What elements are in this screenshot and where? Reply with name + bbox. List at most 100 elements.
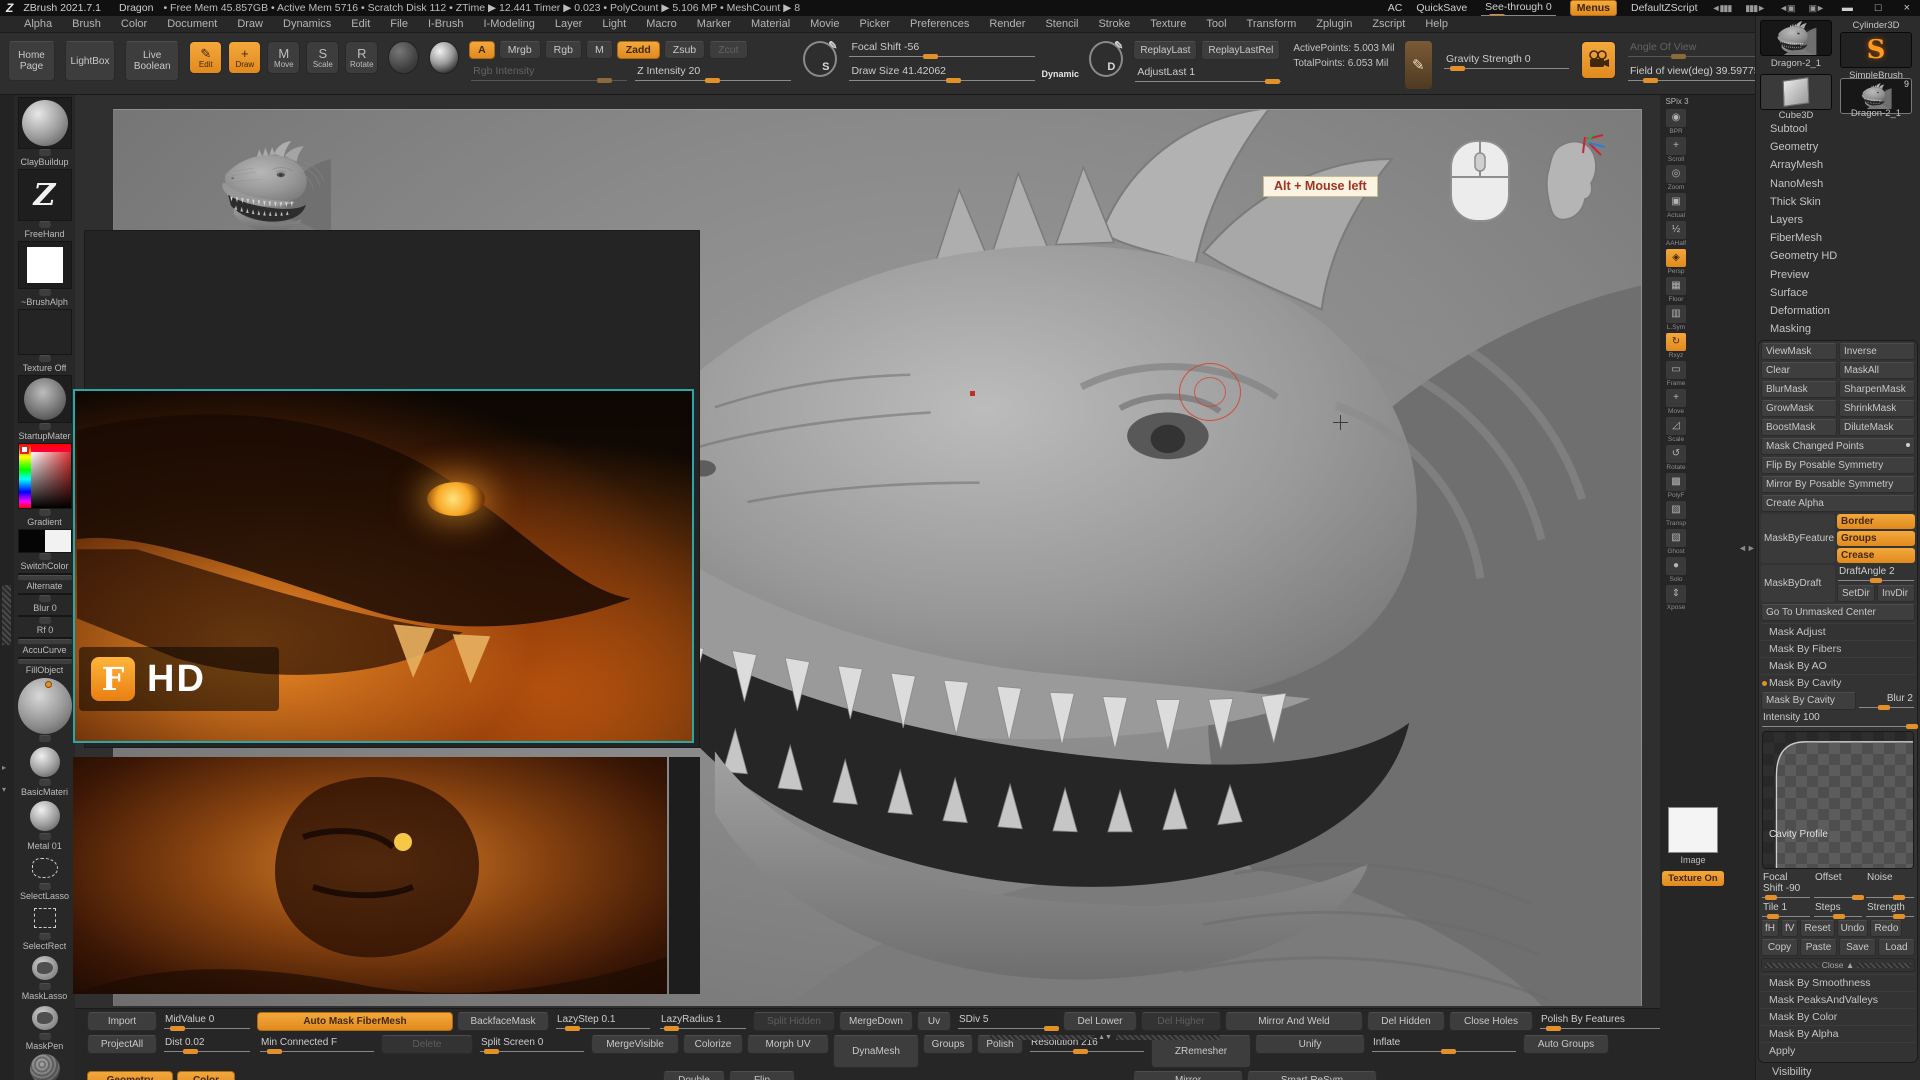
menu-item[interactable]: Dynamics <box>273 18 341 30</box>
invdir-button[interactable]: InvDir <box>1877 585 1915 602</box>
paint-toggle[interactable]: Rgb <box>545 41 582 59</box>
copy-right-icon[interactable]: ▣► <box>1808 3 1823 14</box>
dock-item-thumb[interactable] <box>18 799 72 833</box>
bottom-control[interactable]: Del Hidden <box>1367 1012 1445 1031</box>
palette-section-header[interactable]: NanoMesh <box>1756 175 1920 193</box>
menu-item[interactable]: Alpha <box>14 18 62 30</box>
tool-thumb-label[interactable]: Dragon-2_1 <box>1758 58 1834 69</box>
home-page-button[interactable]: Home Page <box>8 41 55 81</box>
tool-thumb-simplebrush[interactable]: S <box>1840 32 1912 68</box>
feature-option-button[interactable]: Groups <box>1837 531 1915 546</box>
dock-item[interactable]: SelectRect <box>17 903 72 951</box>
paint-toggle[interactable]: Mrgb <box>499 41 541 59</box>
menu-item[interactable]: Transform <box>1237 18 1307 30</box>
ac-button[interactable]: AC <box>1388 2 1403 14</box>
panel-divider-arrows[interactable]: ◄► <box>1738 543 1756 553</box>
menu-item[interactable]: Picker <box>849 18 900 30</box>
palette-section-header[interactable]: Visibility <box>1756 1063 1920 1080</box>
quicksave-button[interactable]: QuickSave <box>1416 2 1467 14</box>
menu-item[interactable]: Zplugin <box>1306 18 1362 30</box>
cavity-blur-slider[interactable]: Blur 2 <box>1858 692 1915 710</box>
menu-item[interactable]: Texture <box>1140 18 1196 30</box>
bottom-control[interactable]: Auto Mask FiberMesh <box>257 1012 453 1031</box>
dock-item-button[interactable] <box>38 883 52 891</box>
replay-last-rel-button[interactable]: ReplayLastRel <box>1201 41 1280 60</box>
bottom-control[interactable]: SDiv 5 <box>955 1012 1059 1032</box>
dock-collapse-arrow[interactable]: ▸ <box>2 763 6 772</box>
mask-button[interactable]: ViewMask <box>1761 343 1837 360</box>
paint-toggle[interactable]: Zsub <box>664 41 705 59</box>
paint-toggle[interactable]: M <box>586 41 613 59</box>
bottom-control[interactable]: LazyStep 0.1 <box>553 1012 653 1032</box>
curve-button[interactable]: Undo <box>1837 920 1869 937</box>
dock-item-thumb[interactable] <box>18 677 72 735</box>
mask-by-cavity-button[interactable]: Mask By Cavity <box>1761 692 1856 710</box>
palette-section-header[interactable]: Surface <box>1756 284 1920 302</box>
paint-toggle[interactable]: Zcut <box>709 41 747 59</box>
mask-button[interactable]: MaskAll <box>1839 362 1915 379</box>
menu-item[interactable]: Macro <box>636 18 687 30</box>
palette-section-header[interactable]: Geometry <box>1756 138 1920 156</box>
mask-button[interactable]: Inverse <box>1839 343 1915 360</box>
dock-item[interactable]: Texture Off <box>17 309 72 373</box>
dock-item-thumb[interactable] <box>18 375 72 423</box>
setdir-button[interactable]: SetDir <box>1837 585 1875 602</box>
right-shelf-button[interactable]: ▥ L.Sym <box>1663 304 1689 331</box>
dock-item-thumb[interactable] <box>18 97 72 149</box>
menu-item[interactable]: File <box>380 18 418 30</box>
cavity-slider[interactable]: Focal Shift -90 <box>1761 871 1811 900</box>
subpalette-header[interactable]: Mask PeaksAndValleys <box>1761 991 1915 1008</box>
cavity-profile-curve[interactable]: Cavity Profile <box>1762 731 1914 869</box>
menu-item[interactable]: Material <box>741 18 800 30</box>
dock-item[interactable]: Alternate <box>17 573 72 591</box>
curve-button[interactable]: Redo <box>1870 920 1902 937</box>
tool-thumb-cube[interactable] <box>1760 74 1832 110</box>
curve-button[interactable]: fV <box>1781 920 1798 937</box>
right-shelf-button[interactable]: + Move <box>1663 388 1689 415</box>
bottom-control[interactable]: Unify <box>1255 1035 1365 1054</box>
right-shelf-button[interactable]: ½ AAHalf <box>1663 220 1689 247</box>
cavity-intensity-slider[interactable]: Intensity 100 <box>1761 711 1915 729</box>
tool-thumb-label[interactable]: Cube3D <box>1758 110 1834 121</box>
dock-item-thumb[interactable] <box>18 745 72 779</box>
subpalette-header[interactable]: Mask By Color <box>1761 1008 1915 1025</box>
bottom-control[interactable]: Auto Groups <box>1523 1035 1609 1054</box>
bottom-control[interactable]: ProjectAll <box>87 1035 157 1054</box>
menu-item[interactable]: Help <box>1415 18 1458 30</box>
mask-button[interactable]: DiluteMask <box>1839 419 1915 436</box>
dock-item-button[interactable] <box>38 553 52 561</box>
bottom-control[interactable]: Polish By Features <box>1537 1012 1660 1032</box>
bottom-control[interactable]: Split Hidden <box>753 1012 835 1031</box>
palette-section-header[interactable]: ArrayMesh <box>1756 156 1920 174</box>
shelf-collapse-handle[interactable]: ▲▼ <box>990 1034 1220 1041</box>
menu-item[interactable]: Stencil <box>1035 18 1088 30</box>
subpalette-header[interactable]: Mask By AO <box>1761 657 1915 674</box>
canvas-area[interactable]: F HD Alt + Mouse left <box>75 95 1660 1008</box>
dock-item-button[interactable] <box>38 833 52 841</box>
mask-button[interactable]: Flip By Posable Symmetry <box>1761 457 1915 474</box>
mode-button[interactable]: R Rotate <box>345 41 378 74</box>
mask-button[interactable]: BlurMask <box>1761 381 1837 398</box>
bottom-control[interactable]: MergeVisible <box>591 1035 679 1054</box>
replay-forward-icon[interactable]: ▮▮▮► <box>1745 3 1765 14</box>
menu-item[interactable]: Light <box>592 18 636 30</box>
spix-slider[interactable]: SPix 3 <box>1665 97 1688 106</box>
menu-item[interactable]: Preferences <box>900 18 979 30</box>
replay-back-icon[interactable]: ◄▮▮▮ <box>1712 3 1732 14</box>
right-shelf-button[interactable]: ▣ Actual <box>1663 192 1689 219</box>
close-button[interactable]: × <box>1900 2 1914 14</box>
dock-item-thumb[interactable]: Z <box>18 169 72 221</box>
curve-button[interactable]: Copy <box>1761 939 1798 956</box>
dock-item-thumb[interactable] <box>18 443 72 509</box>
bottom-control[interactable]: Double <box>663 1071 725 1080</box>
palette-section-header[interactable]: Subtool <box>1756 120 1920 138</box>
mask-by-cavity-header[interactable]: Mask By Cavity <box>1761 674 1915 691</box>
right-shelf-button[interactable]: ▦ Floor <box>1663 276 1689 303</box>
subpalette-header[interactable]: Mask Adjust <box>1761 623 1915 640</box>
right-shelf-button[interactable]: ◿ Scale <box>1663 416 1689 443</box>
mask-button[interactable]: GrowMask <box>1761 400 1837 417</box>
dock-item-thumb[interactable] <box>18 853 72 883</box>
feature-option-button[interactable]: Border <box>1837 514 1915 529</box>
right-shelf-button[interactable]: ● Solo <box>1663 556 1689 583</box>
bottom-control[interactable]: Mirror <box>1133 1071 1243 1080</box>
